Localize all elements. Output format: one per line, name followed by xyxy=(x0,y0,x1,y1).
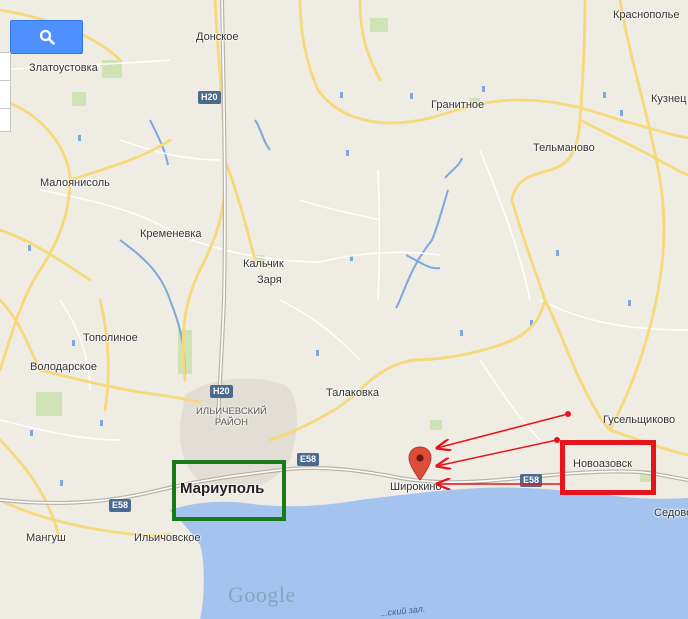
search-panel-fragment[interactable] xyxy=(0,52,11,82)
place-label: Гранитное xyxy=(431,99,485,111)
search-icon xyxy=(39,29,55,45)
search-panel-fragment[interactable] xyxy=(0,108,11,132)
place-label: Тельманово xyxy=(533,142,595,154)
place-label: Кременевка xyxy=(140,228,202,240)
place-label: Володарское xyxy=(30,361,97,373)
place-label: Заря xyxy=(257,274,282,286)
search-panel-fragment[interactable] xyxy=(0,80,11,110)
place-label: Кальчик xyxy=(243,258,284,270)
road-shield: E58 xyxy=(520,474,543,487)
place-label: Малоянисоль xyxy=(40,177,110,189)
place-label: Краснополье xyxy=(613,9,680,21)
red-highlight-box xyxy=(560,440,656,495)
district-line1: ИЛЬИЧЕВСКИЙ xyxy=(196,406,267,417)
place-label: Кузнец xyxy=(651,93,687,105)
green-highlight-box xyxy=(172,460,286,521)
place-label: Донское xyxy=(196,31,239,43)
place-label: Гусельщиково xyxy=(603,414,676,426)
district-line2: РАЙОН xyxy=(214,417,248,428)
road-shield: E58 xyxy=(109,499,132,512)
map-base xyxy=(0,0,688,619)
road-shield: H20 xyxy=(198,91,221,104)
road-shield: H20 xyxy=(210,385,233,398)
district-label: ИЛЬИЧЕВСКИЙ РАЙОН xyxy=(196,406,267,428)
place-label: Тополиное xyxy=(83,332,138,344)
place-label: Широкино xyxy=(390,481,442,493)
road-shield: E58 xyxy=(297,453,320,466)
place-label: Златоустовка xyxy=(29,62,98,74)
place-label: Ильичовское xyxy=(134,532,201,544)
map-pin-icon[interactable] xyxy=(407,446,433,482)
place-label: Мангуш xyxy=(26,532,66,544)
map-canvas[interactable]: Краснополье Донское Златоустовка Гранитн… xyxy=(0,0,688,619)
place-label: Талаковка xyxy=(326,387,379,399)
search-button[interactable] xyxy=(10,20,83,54)
google-logo[interactable]: Google xyxy=(228,582,296,608)
place-label: Седово xyxy=(654,507,688,519)
